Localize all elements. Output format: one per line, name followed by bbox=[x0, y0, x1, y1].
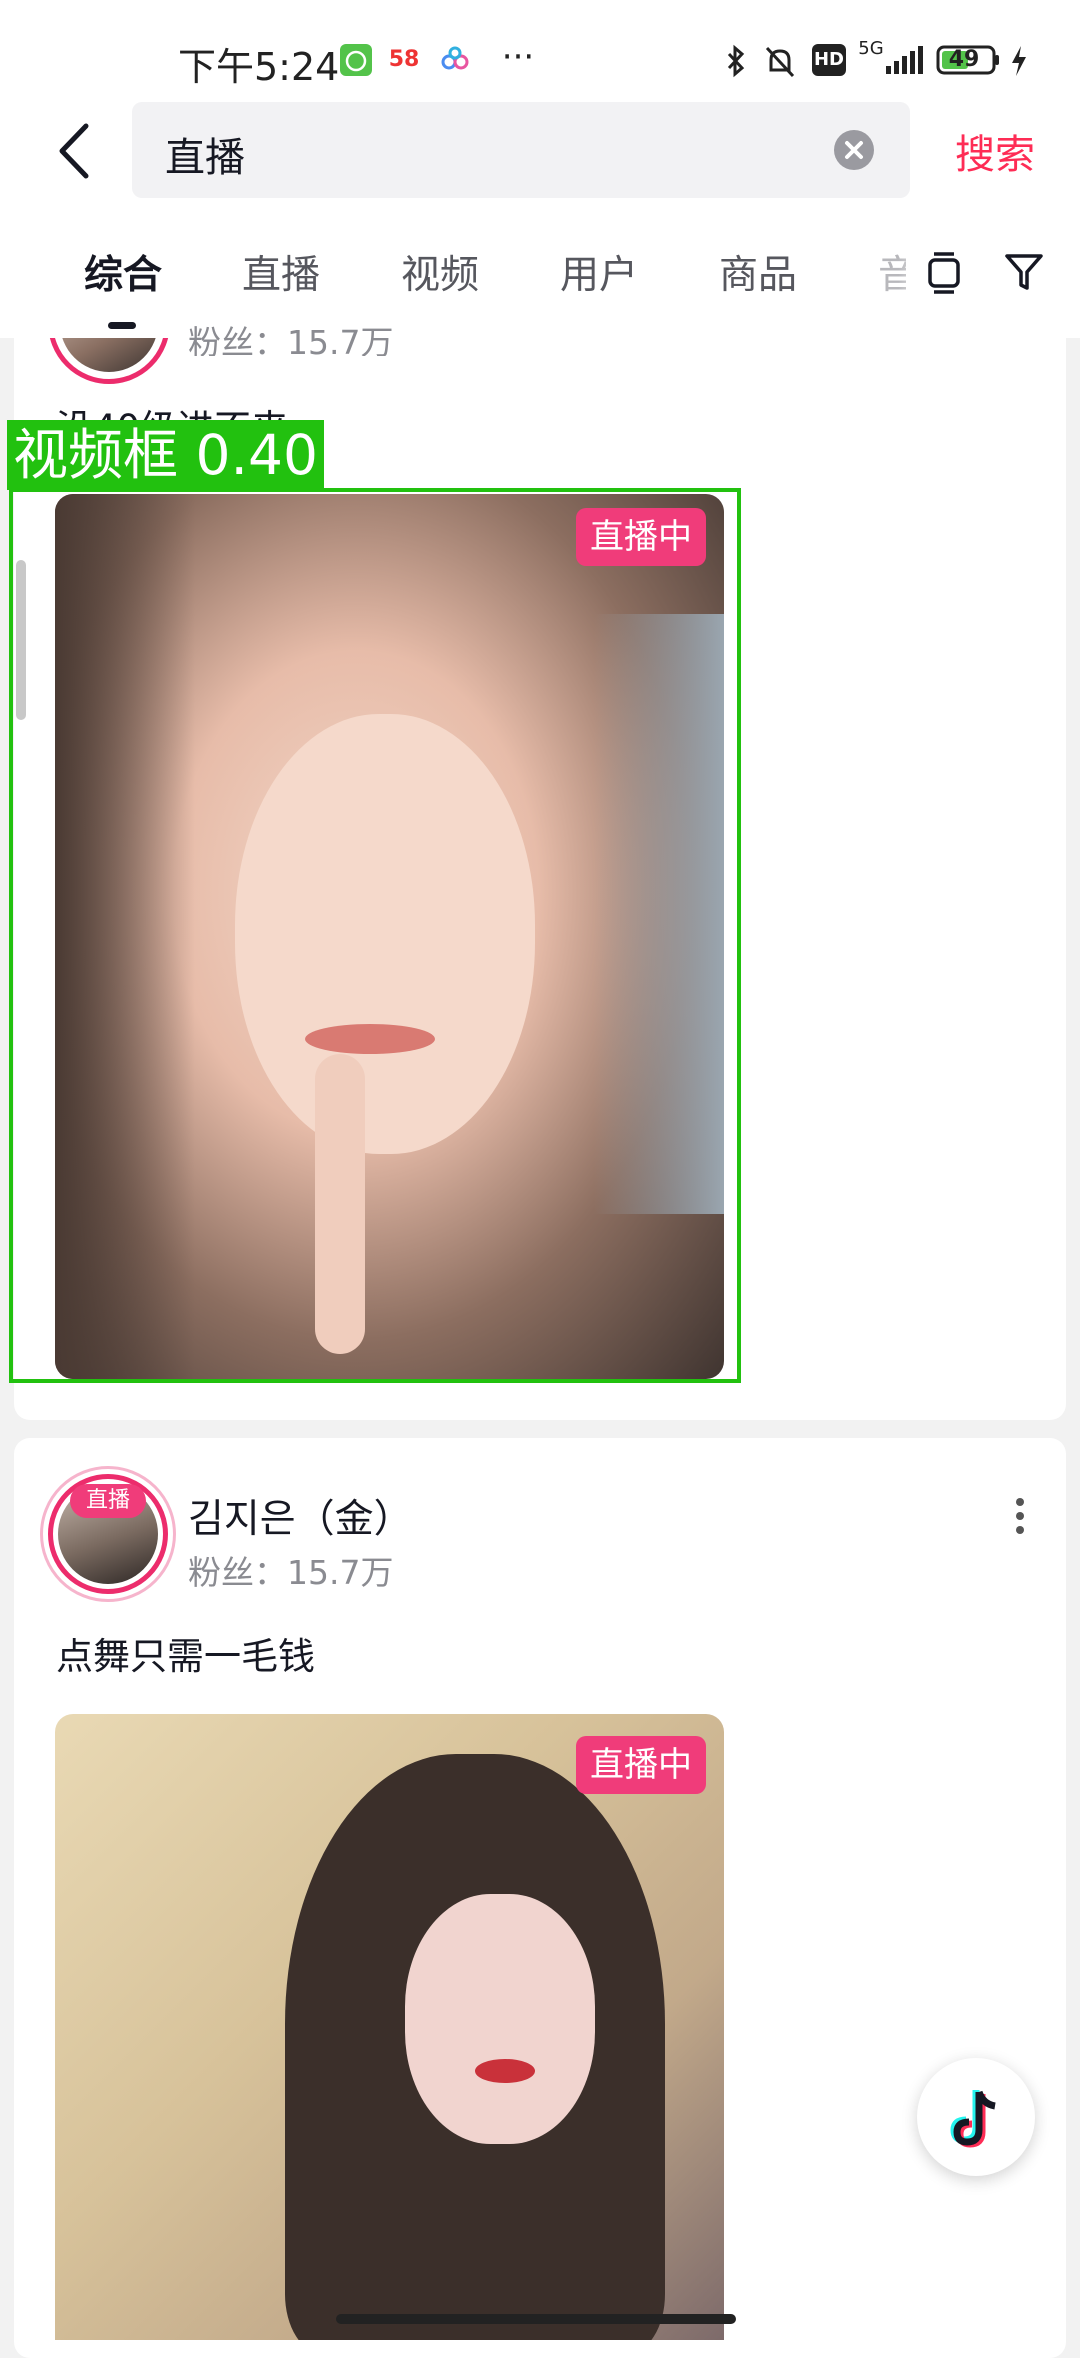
app58-icon: 58 bbox=[388, 47, 420, 72]
detection-box bbox=[9, 488, 741, 1383]
username[interactable]: 김지은（金） bbox=[188, 1488, 413, 1544]
bluetooth-icon bbox=[722, 44, 750, 78]
mute-bell-icon bbox=[762, 44, 798, 78]
fans-count: 粉丝：15.7万 bbox=[188, 323, 394, 356]
signal-icon bbox=[884, 44, 924, 76]
tab-users[interactable]: 用户 bbox=[560, 244, 638, 300]
tab-video[interactable]: 视频 bbox=[401, 244, 479, 300]
live-thumbnail-image[interactable] bbox=[55, 1714, 724, 2340]
search-query-text[interactable]: 直播 bbox=[165, 125, 245, 183]
result-caption: 点舞只需一毛钱 bbox=[56, 1635, 315, 1678]
hd-icon: HD bbox=[812, 44, 846, 76]
status-time: 下午5:24 bbox=[178, 45, 340, 89]
douyin-logo-icon bbox=[950, 2090, 996, 2148]
back-arrow-icon[interactable] bbox=[52, 120, 96, 182]
detection-label: 视频框 0.40 bbox=[7, 420, 324, 490]
search-button[interactable]: 搜索 bbox=[955, 122, 1035, 180]
douyin-fab-button[interactable] bbox=[917, 2058, 1035, 2176]
charging-icon bbox=[1008, 44, 1030, 76]
filter-icon[interactable] bbox=[1004, 252, 1044, 292]
more-notifications-icon: ··· bbox=[501, 37, 535, 77]
fans-count: 粉丝：15.7万 bbox=[188, 1553, 394, 1592]
active-tab-indicator bbox=[108, 322, 136, 329]
tab-live[interactable]: 直播 bbox=[242, 244, 320, 300]
wechat-notification-icon bbox=[340, 44, 372, 76]
layout-toggle-icon[interactable] bbox=[926, 250, 962, 294]
live-badge: 直播中 bbox=[576, 1736, 706, 1794]
network-label: 5G bbox=[858, 38, 884, 59]
battery-percent: 49 bbox=[948, 47, 980, 72]
more-options-icon[interactable] bbox=[1008, 1494, 1032, 1538]
avatar-live-badge: 直播 bbox=[70, 1484, 146, 1518]
clear-search-icon[interactable] bbox=[834, 130, 874, 170]
home-indicator[interactable] bbox=[336, 2314, 736, 2324]
tab-products[interactable]: 商品 bbox=[719, 244, 797, 300]
app-cluster-icon bbox=[438, 44, 472, 76]
search-input[interactable] bbox=[132, 102, 910, 198]
tab-all[interactable]: 综合 bbox=[84, 244, 162, 300]
